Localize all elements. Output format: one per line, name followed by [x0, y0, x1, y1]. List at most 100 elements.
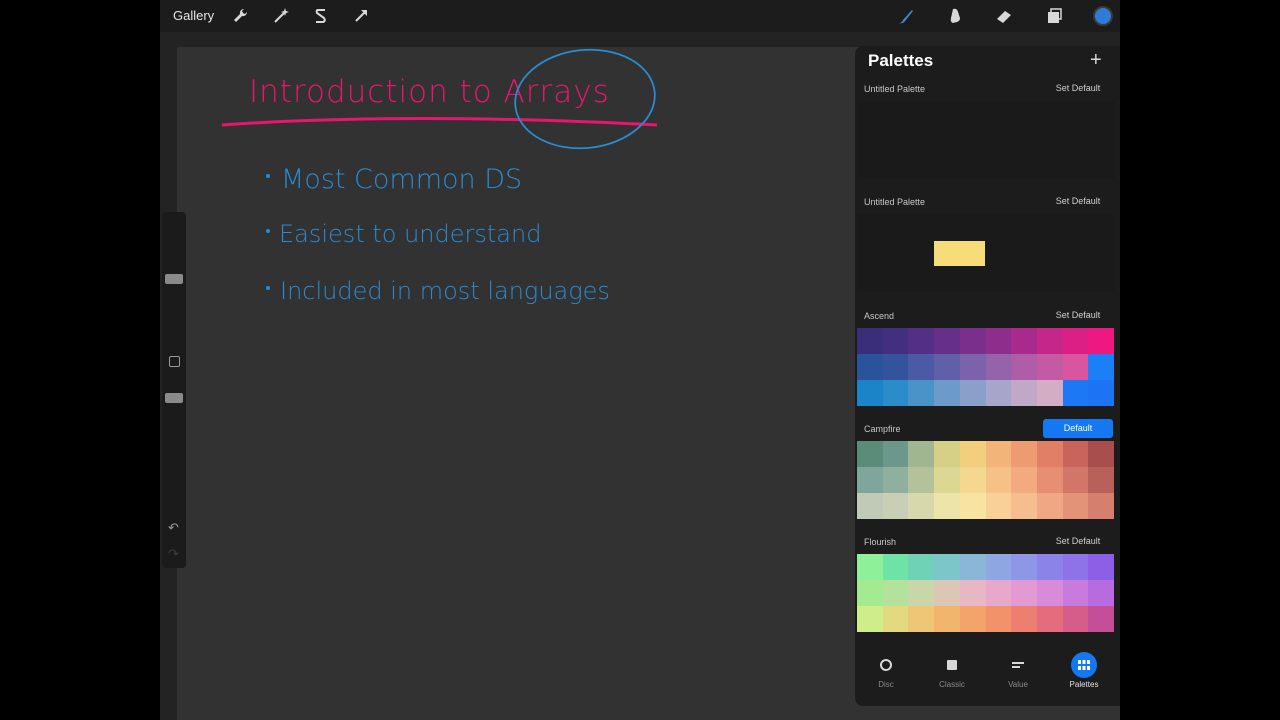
color-swatch[interactable] [1062, 580, 1089, 606]
color-swatch[interactable] [908, 554, 935, 580]
color-swatch[interactable] [1062, 441, 1089, 467]
color-swatch[interactable] [1088, 441, 1114, 467]
color-swatch[interactable] [1011, 441, 1037, 467]
color-swatch[interactable] [857, 580, 883, 606]
color-swatch[interactable] [934, 241, 985, 266]
bullet-item: Included in most languages [280, 277, 610, 305]
color-circle-icon[interactable] [1093, 6, 1113, 26]
color-swatch[interactable] [908, 328, 935, 354]
arrow-icon[interactable] [351, 6, 371, 26]
brush-size-slider-handle[interactable] [165, 274, 183, 284]
nav-disc[interactable]: Disc [861, 652, 911, 689]
undo-icon[interactable]: ↶ [168, 520, 179, 536]
color-swatch[interactable] [908, 580, 935, 606]
color-swatch[interactable] [934, 580, 960, 606]
color-swatch[interactable] [908, 354, 935, 380]
set-default-button[interactable]: Set Default [1043, 306, 1113, 325]
color-swatch[interactable] [908, 606, 935, 632]
modify-button[interactable] [169, 356, 180, 367]
selection-s-icon[interactable] [311, 6, 331, 26]
color-swatch[interactable] [934, 606, 960, 632]
color-swatch[interactable] [908, 467, 935, 493]
color-swatch[interactable] [1088, 328, 1114, 354]
color-swatch[interactable] [882, 467, 909, 493]
color-swatch[interactable] [1062, 606, 1089, 632]
color-swatch[interactable] [985, 441, 1012, 467]
color-swatch[interactable] [985, 354, 1012, 380]
set-default-button[interactable]: Set Default [1043, 192, 1113, 211]
palette-untitled-2: Untitled Palette Set Default [855, 159, 1120, 292]
color-swatch[interactable] [1062, 554, 1089, 580]
color-swatch[interactable] [908, 441, 935, 467]
redo-icon[interactable]: ↷ [168, 546, 179, 562]
color-swatch[interactable] [1088, 354, 1114, 380]
color-swatch[interactable] [959, 580, 986, 606]
color-swatch[interactable] [1036, 580, 1063, 606]
color-swatch[interactable] [857, 441, 883, 467]
eraser-icon[interactable] [994, 6, 1014, 26]
color-swatch[interactable] [882, 354, 909, 380]
color-swatch[interactable] [1088, 554, 1114, 580]
color-swatch[interactable] [959, 354, 986, 380]
smudge-icon[interactable] [945, 6, 965, 26]
color-swatch[interactable] [959, 328, 986, 354]
color-swatch[interactable] [1011, 467, 1037, 493]
nav-palettes[interactable]: Palettes [1059, 652, 1109, 689]
color-swatch[interactable] [959, 606, 986, 632]
gallery-button[interactable]: Gallery [173, 8, 214, 23]
color-swatch[interactable] [1011, 580, 1037, 606]
color-swatch[interactable] [934, 467, 960, 493]
brush-sidebar: ↶ ↷ [162, 212, 186, 568]
color-swatch[interactable] [1062, 354, 1089, 380]
color-swatch[interactable] [882, 441, 909, 467]
color-swatch[interactable] [959, 467, 986, 493]
color-swatch[interactable] [1062, 467, 1089, 493]
opacity-slider-handle[interactable] [165, 393, 183, 403]
palette-name: Ascend [864, 311, 895, 321]
color-swatch[interactable] [934, 328, 960, 354]
magic-wand-icon[interactable] [271, 6, 291, 26]
nav-value[interactable]: Value [993, 652, 1043, 689]
color-swatch[interactable] [1062, 328, 1089, 354]
color-swatch[interactable] [1036, 554, 1063, 580]
color-swatch[interactable] [985, 606, 1012, 632]
color-swatch[interactable] [1088, 606, 1114, 632]
color-swatch[interactable] [985, 328, 1012, 354]
layers-icon[interactable] [1044, 6, 1064, 26]
wrench-icon[interactable] [230, 6, 250, 26]
color-swatch[interactable] [1036, 467, 1063, 493]
color-swatch[interactable] [985, 580, 1012, 606]
color-swatch[interactable] [857, 328, 883, 354]
color-swatch[interactable] [1088, 467, 1114, 493]
color-swatch[interactable] [934, 441, 960, 467]
color-swatch[interactable] [959, 441, 986, 467]
color-swatch[interactable] [857, 554, 883, 580]
color-swatch[interactable] [882, 606, 909, 632]
color-swatch[interactable] [985, 467, 1012, 493]
color-swatch[interactable] [857, 467, 883, 493]
color-swatch[interactable] [857, 354, 883, 380]
nav-classic[interactable]: Classic [927, 652, 977, 689]
color-swatch[interactable] [882, 328, 909, 354]
color-swatch[interactable] [1011, 354, 1037, 380]
color-swatch[interactable] [1036, 328, 1063, 354]
color-swatch[interactable] [857, 606, 883, 632]
default-button[interactable]: Default [1043, 419, 1113, 438]
brush-icon[interactable] [896, 6, 916, 26]
color-swatch[interactable] [1036, 441, 1063, 467]
color-swatch[interactable] [934, 354, 960, 380]
color-swatch[interactable] [1036, 354, 1063, 380]
color-swatch[interactable] [882, 580, 909, 606]
color-swatch[interactable] [985, 554, 1012, 580]
color-swatch[interactable] [1088, 580, 1114, 606]
color-swatch[interactable] [1011, 328, 1037, 354]
color-swatch[interactable] [882, 554, 909, 580]
set-default-button[interactable]: Set Default [1043, 532, 1113, 551]
color-swatch[interactable] [959, 554, 986, 580]
bullet-dot [266, 286, 270, 290]
set-default-button[interactable]: Set Default [1043, 79, 1113, 98]
color-swatch[interactable] [1036, 606, 1063, 632]
color-swatch[interactable] [934, 554, 960, 580]
color-swatch[interactable] [1011, 606, 1037, 632]
color-swatch[interactable] [1011, 554, 1037, 580]
